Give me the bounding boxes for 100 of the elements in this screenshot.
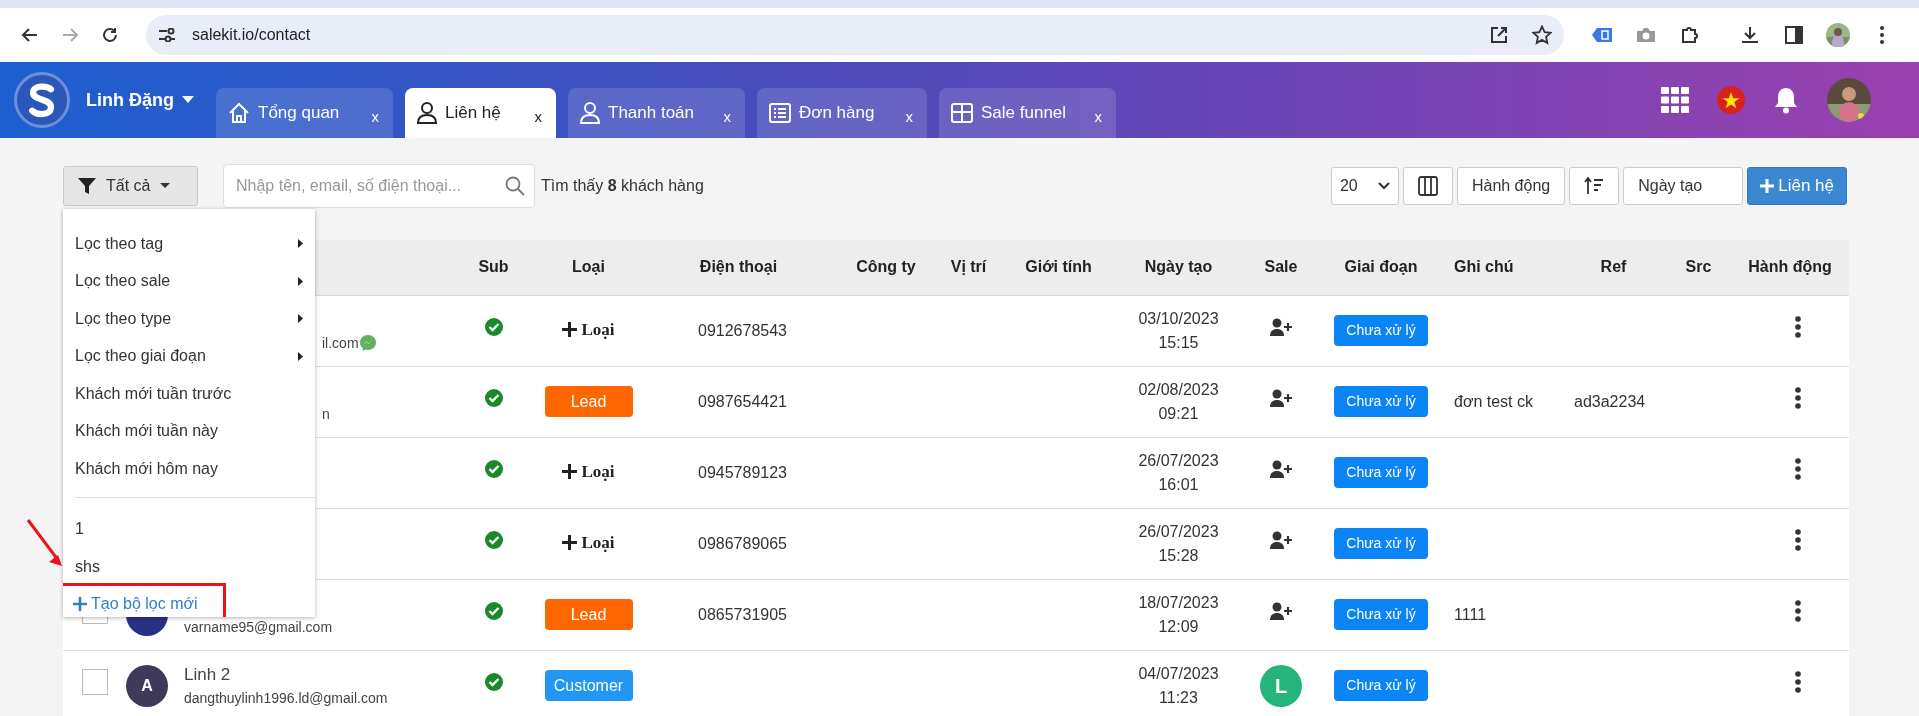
more-icon[interactable] <box>1794 529 1801 551</box>
url-text: salekit.io/contact <box>192 25 311 45</box>
assign-user-icon[interactable] <box>1270 460 1292 478</box>
tab[interactable]: Tổng quan x <box>216 88 393 138</box>
columns-button[interactable] <box>1402 166 1453 205</box>
logo-icon[interactable] <box>14 72 70 128</box>
menu-item[interactable]: Khách mới hôm nay <box>63 450 315 488</box>
add-type-button[interactable]: Loại <box>562 316 615 343</box>
result-count-text: Tìm thấy 8 khách hàng <box>541 175 704 196</box>
tab[interactable]: Sale funnel x <box>939 88 1116 138</box>
note-text: 1111 <box>1454 605 1487 623</box>
assign-user-icon[interactable] <box>1270 531 1292 549</box>
tab[interactable]: Liên hệ x <box>405 88 556 138</box>
menu-item[interactable]: Lọc theo giai đoạn <box>63 337 315 375</box>
download-icon[interactable] <box>1740 25 1760 45</box>
open-in-new-icon[interactable] <box>1490 26 1508 44</box>
side-panel-icon[interactable] <box>1785 26 1803 44</box>
camera-icon[interactable] <box>1636 27 1656 43</box>
tab-close-button[interactable]: x <box>371 97 379 129</box>
caret-icon <box>160 182 171 189</box>
contact-email: n <box>322 404 330 424</box>
column-header[interactable]: Vị trí <box>950 258 987 276</box>
contact-name: Linh 2 <box>184 664 232 687</box>
contact-email: il.com <box>322 333 359 353</box>
plus-icon <box>562 535 578 551</box>
page-size-select[interactable]: 20 <box>1330 166 1399 205</box>
table-icon <box>951 103 973 123</box>
new-filter-link[interactable]: Tạo bộ lọc mới <box>63 585 223 617</box>
date-text: 02/08/2023 <box>1137 379 1220 400</box>
time-text: 11:23 <box>1158 687 1199 708</box>
contact-email: dangthuylinh1996.ld@gmail.com <box>184 688 388 708</box>
column-header[interactable]: Loại <box>572 258 605 276</box>
add-contact-button[interactable]: Liên hệ <box>1747 166 1847 205</box>
more-icon[interactable] <box>1794 671 1801 693</box>
filter-dropdown[interactable]: Tất cả <box>63 165 198 206</box>
column-header[interactable]: Ghi chú <box>1454 258 1514 276</box>
star-icon[interactable] <box>1532 25 1552 45</box>
column-header[interactable]: Giới tính <box>1025 258 1092 276</box>
column-header[interactable]: Sub <box>478 258 509 276</box>
menu-item[interactable]: 1 <box>63 510 315 548</box>
tab-close-button[interactable]: x <box>905 97 913 129</box>
tab[interactable]: Đơn hàng x <box>757 88 927 138</box>
add-type-button[interactable]: Loại <box>562 458 615 485</box>
assign-user-icon[interactable] <box>1270 318 1292 336</box>
menu-item[interactable]: Lọc theo type <box>63 300 315 338</box>
assign-user-icon[interactable] <box>1270 602 1292 620</box>
menu-item[interactable]: Lọc theo sale <box>63 262 315 300</box>
stage-button[interactable]: Chưa xử lý <box>1334 599 1428 630</box>
sort-field-button[interactable]: Ngày tạo <box>1623 166 1744 205</box>
tag-icon[interactable] <box>1591 27 1613 43</box>
tab-close-button[interactable]: x <box>723 97 731 129</box>
tab[interactable]: Thanh toán x <box>568 88 745 138</box>
menu-item[interactable]: Khách mới tuần trước <box>63 375 315 413</box>
person-icon <box>580 102 600 124</box>
search-field[interactable]: Nhập tên, email, số điện thoại... <box>223 163 535 208</box>
more-icon[interactable] <box>1880 26 1884 44</box>
site-settings-icon[interactable] <box>158 28 176 42</box>
tab-close-button[interactable]: x <box>534 97 542 129</box>
more-icon[interactable] <box>1794 387 1801 409</box>
tab-close-button[interactable]: x <box>1094 97 1102 129</box>
more-icon[interactable] <box>1794 458 1801 480</box>
more-icon[interactable] <box>1794 600 1801 622</box>
chevron-down-icon <box>1377 181 1390 190</box>
stage-button[interactable]: Chưa xử lý <box>1334 528 1428 559</box>
stage-button[interactable]: Chưa xử lý <box>1334 457 1428 488</box>
phone-text: 0912678543 <box>698 321 787 339</box>
stage-button[interactable]: Chưa xử lý <box>1334 315 1428 346</box>
menu-item[interactable]: shs <box>63 548 315 586</box>
actions-button[interactable]: Hành động <box>1456 166 1566 205</box>
search-icon[interactable] <box>505 175 525 196</box>
caret-icon[interactable] <box>182 96 194 104</box>
filter-icon <box>78 176 96 195</box>
add-type-button[interactable]: Loại <box>562 529 615 556</box>
menu-item[interactable]: Lọc theo tag <box>63 225 315 263</box>
user-menu[interactable]: Linh Đặng <box>86 86 174 114</box>
puzzle-icon[interactable] <box>1680 25 1700 45</box>
submenu-arrow-icon <box>298 351 303 361</box>
menu-item[interactable]: Khách mới tuần này <box>63 412 315 450</box>
column-header[interactable]: Sale <box>1264 258 1298 276</box>
date-text: 04/07/2023 <box>1137 663 1220 684</box>
stage-button[interactable]: Chưa xử lý <box>1334 386 1428 417</box>
column-header[interactable]: Ref <box>1600 258 1627 276</box>
time-text: 15:28 <box>1157 545 1200 566</box>
row-checkbox[interactable] <box>81 669 108 695</box>
type-badge: Lead <box>544 386 633 417</box>
more-icon[interactable] <box>1794 316 1801 338</box>
flag-icon[interactable] <box>1717 86 1745 114</box>
column-header[interactable]: Src <box>1685 258 1712 276</box>
stage-button[interactable]: Chưa xử lý <box>1334 670 1428 701</box>
column-header[interactable]: Điện thoại <box>699 258 778 276</box>
address-bar[interactable]: salekit.io/contact <box>146 15 1564 55</box>
column-header[interactable]: Ngày tạo <box>1144 258 1213 276</box>
submenu-arrow-icon <box>298 239 303 249</box>
assign-user-icon[interactable] <box>1270 389 1292 407</box>
home-icon <box>228 102 250 124</box>
sort-button[interactable] <box>1569 166 1620 205</box>
apps-grid-icon[interactable] <box>1661 87 1689 113</box>
bell-icon[interactable] <box>1773 86 1799 114</box>
column-header[interactable]: Công ty <box>856 258 916 276</box>
plus-icon <box>1760 178 1775 193</box>
